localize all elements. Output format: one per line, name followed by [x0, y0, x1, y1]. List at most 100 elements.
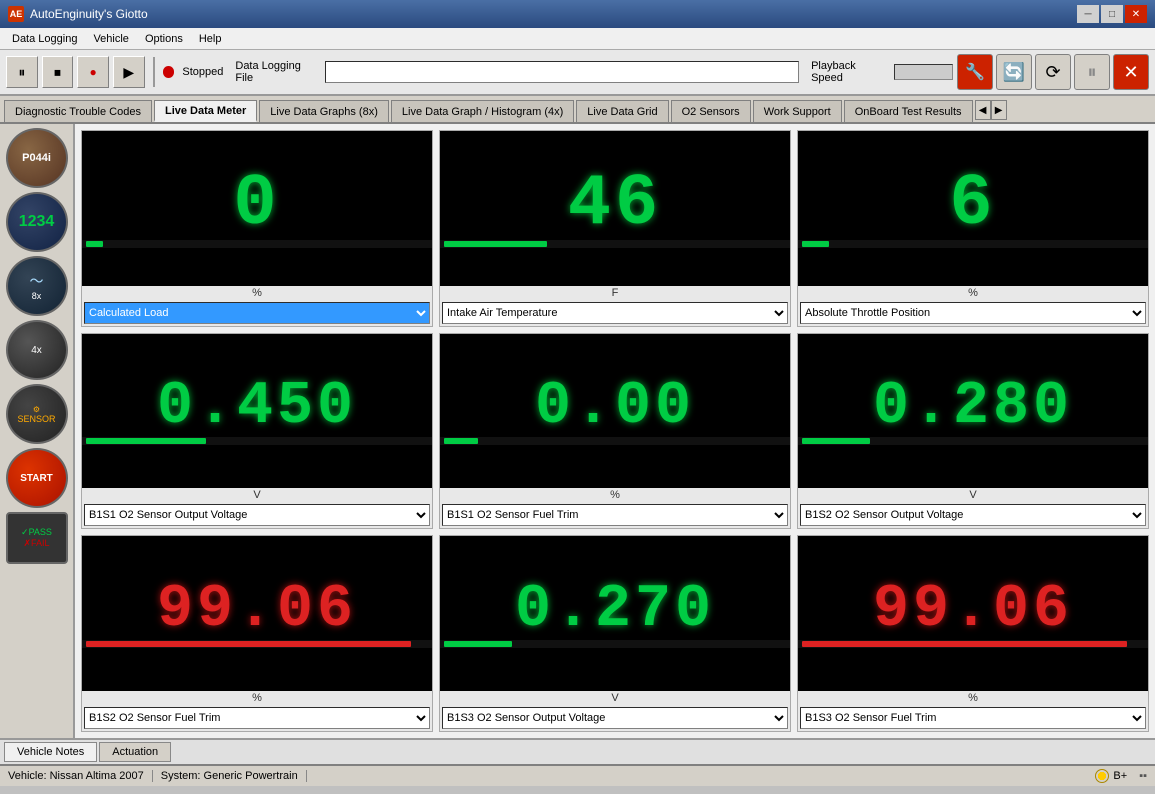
- meter-value-5: 0.280: [873, 377, 1073, 437]
- meter-unit-0: %: [82, 286, 432, 300]
- meter-cell-8: 99.06 % B1S3 O2 Sensor Fuel Trim: [797, 535, 1149, 732]
- sidebar-btn-graph4x[interactable]: 4x: [6, 320, 68, 380]
- minimize-button[interactable]: ─: [1077, 5, 1099, 23]
- meter-bar-7: [440, 640, 790, 648]
- title-bar: AE AutoEnginuity's Giotto ─ □ ✕: [0, 0, 1155, 28]
- meter-bar-fill-8: [802, 641, 1127, 647]
- meter-display-3: 0.450: [82, 334, 432, 489]
- meter-display-8: 99.06: [798, 536, 1148, 691]
- meter-bar-1: [440, 240, 790, 248]
- status-bar: Vehicle: Nissan Altima 2007 System: Gene…: [0, 764, 1155, 786]
- meter-cell-6: 99.06 % B1S2 O2 Sensor Fuel Trim: [81, 535, 433, 732]
- meter-select-row-1: Intake Air Temperature: [440, 300, 790, 326]
- battery-icon: [1095, 769, 1109, 783]
- meter-bar-fill-0: [86, 241, 103, 247]
- meter-select-row-2: Absolute Throttle Position: [798, 300, 1148, 326]
- meter-select-2[interactable]: Absolute Throttle Position: [800, 302, 1146, 324]
- toolbar-stop-button[interactable]: ⏹: [42, 56, 74, 88]
- tab-onboard-test[interactable]: OnBoard Test Results: [844, 100, 973, 122]
- main-area: P044i 1234 〜 8x 4x ⚙ SENSOR START ✓PASS …: [0, 124, 1155, 738]
- tab-live-data-grid[interactable]: Live Data Grid: [576, 100, 668, 122]
- tab-scroll-left[interactable]: ◀: [975, 100, 991, 120]
- meter-bar-fill-5: [802, 438, 870, 444]
- tab-live-data-graphs-8x[interactable]: Live Data Graphs (8x): [259, 100, 389, 122]
- toolbar-icon-refresh[interactable]: 🔄: [996, 54, 1032, 90]
- bottom-tab-actuation[interactable]: Actuation: [99, 742, 171, 762]
- meter-value-4: 0.00: [535, 377, 695, 437]
- sidebar-btn-live[interactable]: 1234: [6, 192, 68, 252]
- meter-select-row-4: B1S1 O2 Sensor Fuel Trim: [440, 502, 790, 528]
- toolbar-icon-pause2[interactable]: ⏸: [1074, 54, 1110, 90]
- meter-bar-3: [82, 437, 432, 445]
- meter-unit-6: %: [82, 691, 432, 705]
- meter-bar-2: [798, 240, 1148, 248]
- meter-value-7: 0.270: [515, 580, 715, 640]
- meter-cell-3: 0.450 V B1S1 O2 Sensor Output Voltage: [81, 333, 433, 530]
- tab-scroll-right[interactable]: ▶: [991, 100, 1007, 120]
- toolbar-record-button[interactable]: ●: [77, 56, 109, 88]
- meter-value-6: 99.06: [157, 580, 357, 640]
- maximize-button[interactable]: □: [1101, 5, 1123, 23]
- meter-select-row-6: B1S2 O2 Sensor Fuel Trim: [82, 705, 432, 731]
- tab-dtc[interactable]: Diagnostic Trouble Codes: [4, 100, 152, 122]
- close-button[interactable]: ✕: [1125, 5, 1147, 23]
- tab-bar: Diagnostic Trouble Codes Live Data Meter…: [0, 96, 1155, 124]
- toolbar-play-button[interactable]: ▶: [113, 56, 145, 88]
- meter-bar-0: [82, 240, 432, 248]
- meter-select-row-0: Calculated Load: [82, 300, 432, 326]
- meter-bar-fill-2: [802, 241, 829, 247]
- meter-bar-8: [798, 640, 1148, 648]
- tab-live-data-histogram[interactable]: Live Data Graph / Histogram (4x): [391, 100, 574, 122]
- file-input[interactable]: [325, 61, 799, 83]
- sidebar-btn-passfail[interactable]: ✓PASS ✗FAIL: [6, 512, 68, 564]
- toolbar-icon-diag[interactable]: 🔧: [957, 54, 993, 90]
- menu-data-logging[interactable]: Data Logging: [4, 28, 85, 49]
- meter-select-6[interactable]: B1S2 O2 Sensor Fuel Trim: [84, 707, 430, 729]
- window-title: AutoEnginuity's Giotto: [30, 7, 148, 21]
- toolbar-icon-sync[interactable]: ⟳: [1035, 54, 1071, 90]
- app-icon: AE: [8, 6, 24, 22]
- sidebar-btn-graph8x[interactable]: 〜 8x: [6, 256, 68, 316]
- sidebar-btn-start[interactable]: START: [6, 448, 68, 508]
- meter-select-5[interactable]: B1S2 O2 Sensor Output Voltage: [800, 504, 1146, 526]
- meter-cell-0: 0 % Calculated Load: [81, 130, 433, 327]
- meter-select-7[interactable]: B1S3 O2 Sensor Output Voltage: [442, 707, 788, 729]
- corner-indicator: ▪▪: [1139, 770, 1147, 782]
- tab-work-support[interactable]: Work Support: [753, 100, 842, 122]
- bottom-tab-vehicle-notes[interactable]: Vehicle Notes: [4, 742, 97, 762]
- meter-bar-fill-7: [444, 641, 512, 647]
- meter-cell-2: 6 % Absolute Throttle Position: [797, 130, 1149, 327]
- meter-select-4[interactable]: B1S1 O2 Sensor Fuel Trim: [442, 504, 788, 526]
- tab-live-data-meter[interactable]: Live Data Meter: [154, 100, 257, 122]
- meter-unit-3: V: [82, 488, 432, 502]
- meter-value-1: 46: [568, 168, 662, 240]
- menu-help[interactable]: Help: [191, 28, 230, 49]
- meter-select-0[interactable]: Calculated Load: [84, 302, 430, 324]
- sidebar-btn-dtc[interactable]: P044i: [6, 128, 68, 188]
- menu-vehicle[interactable]: Vehicle: [85, 28, 136, 49]
- toolbar-icon-close2[interactable]: ✕: [1113, 54, 1149, 90]
- meter-select-row-3: B1S1 O2 Sensor Output Voltage: [82, 502, 432, 528]
- meter-bar-fill-4: [444, 438, 478, 444]
- meter-value-8: 99.06: [873, 580, 1073, 640]
- playback-slider[interactable]: [894, 64, 953, 80]
- meter-select-3[interactable]: B1S1 O2 Sensor Output Voltage: [84, 504, 430, 526]
- vehicle-info: Vehicle: Nissan Altima 2007: [8, 770, 144, 782]
- meter-bar-fill-6: [86, 641, 411, 647]
- meter-bar-6: [82, 640, 432, 648]
- menu-bar: Data Logging Vehicle Options Help: [0, 28, 1155, 50]
- meter-display-0: 0: [82, 131, 432, 286]
- meter-display-4: 0.00: [440, 334, 790, 489]
- status-indicator: [163, 66, 175, 78]
- menu-options[interactable]: Options: [137, 28, 191, 49]
- status-text: Stopped: [182, 66, 223, 78]
- meter-value-2: 6: [949, 168, 996, 240]
- meters-grid: 0 % Calculated Load 46 F Int: [75, 124, 1155, 738]
- meter-select-row-5: B1S2 O2 Sensor Output Voltage: [798, 502, 1148, 528]
- sidebar-btn-sensor[interactable]: ⚙ SENSOR: [6, 384, 68, 444]
- meter-select-8[interactable]: B1S3 O2 Sensor Fuel Trim: [800, 707, 1146, 729]
- tab-o2-sensors[interactable]: O2 Sensors: [671, 100, 751, 122]
- toolbar-pause-button[interactable]: ⏸: [6, 56, 38, 88]
- toolbar: ⏸ ⏹ ● ▶ Stopped Data Logging File Playba…: [0, 50, 1155, 96]
- meter-select-1[interactable]: Intake Air Temperature: [442, 302, 788, 324]
